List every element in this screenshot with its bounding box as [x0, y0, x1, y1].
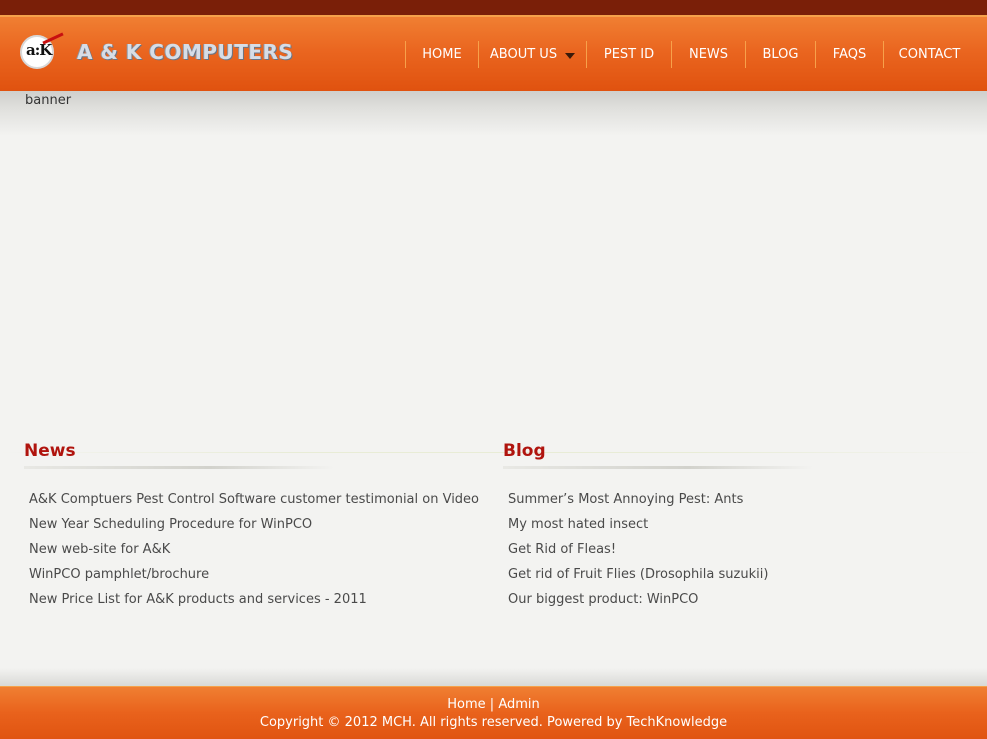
footer-separator: | [489, 697, 495, 712]
nav-item-label: ABOUT US [489, 47, 558, 62]
news-item-link[interactable]: WinPCO pamphlet/brochure [24, 567, 484, 592]
nav-item-about-us[interactable]: ABOUT US [478, 41, 586, 68]
nav-item-blog[interactable]: BLOG [745, 41, 815, 68]
news-heading: News [24, 441, 76, 461]
nav-item-label: BLOG [762, 47, 799, 62]
site-footer: Home | Admin Copyright © 2012 MCH. All r… [0, 686, 987, 739]
footer-copyright: Copyright © 2012 MCH. All rights reserve… [259, 715, 728, 730]
blog-item-link[interactable]: Summer’s Most Annoying Pest: Ants [503, 492, 963, 517]
logo-slash-icon [42, 32, 64, 45]
blog-heading-underline [503, 466, 813, 469]
logo-mark-icon: a:K [20, 32, 64, 69]
blog-section: Blog Summer’s Most Annoying Pest: Ants M… [503, 440, 963, 617]
footer-links: Home | Admin [0, 696, 987, 714]
news-heading-underline [24, 466, 334, 469]
blog-item-link[interactable]: My most hated insect [503, 517, 963, 542]
news-list: A&K Comptuers Pest Control Software cust… [24, 492, 484, 617]
nav-item-faqs[interactable]: FAQS [815, 41, 883, 68]
nav-item-home[interactable]: HOME [405, 41, 478, 68]
news-item-link[interactable]: New Year Scheduling Procedure for WinPCO [24, 517, 484, 542]
dropdown-caret-icon [565, 53, 576, 59]
site-logo[interactable]: a:K A & K COMPUTERS [20, 32, 294, 70]
blog-item-link[interactable]: Get rid of Fruit Flies (Drosophila suzuk… [503, 567, 963, 592]
footer-home-link[interactable]: Home [447, 697, 485, 712]
logo-title: A & K COMPUTERS [77, 40, 294, 64]
news-item-link[interactable]: New web-site for A&K [24, 542, 484, 567]
nav-item-label: NEWS [688, 47, 729, 62]
blog-heading: Blog [503, 441, 546, 461]
nav-item-pest-id[interactable]: PEST ID [586, 41, 671, 68]
blog-item-link[interactable]: Our biggest product: WinPCO [503, 592, 963, 617]
banner-shadow [0, 91, 987, 136]
nav-item-label: FAQS [832, 47, 867, 62]
news-item-link[interactable]: New Price List for A&K products and serv… [24, 592, 484, 617]
main-nav: HOME ABOUT US PEST ID NEWS BLOG FAQS CON… [405, 41, 975, 68]
footer-shadow [0, 668, 987, 686]
nav-item-contact[interactable]: CONTACT [883, 41, 975, 68]
news-item-link[interactable]: A&K Comptuers Pest Control Software cust… [24, 492, 484, 517]
nav-item-news[interactable]: NEWS [671, 41, 745, 68]
top-bar [0, 0, 987, 15]
banner-image-alt: banner [25, 93, 72, 108]
footer-admin-link[interactable]: Admin [498, 697, 539, 712]
logo-mark-text: a:K [26, 41, 52, 59]
nav-item-label: PEST ID [603, 47, 655, 62]
news-section: News A&K Comptuers Pest Control Software… [24, 440, 484, 617]
blog-list: Summer’s Most Annoying Pest: Ants My mos… [503, 492, 963, 617]
nav-item-label: HOME [422, 47, 462, 62]
site-header: a:K A & K COMPUTERS HOME ABOUT US PEST I… [0, 15, 987, 91]
blog-item-link[interactable]: Get Rid of Fleas! [503, 542, 963, 567]
nav-item-label: CONTACT [898, 47, 961, 62]
